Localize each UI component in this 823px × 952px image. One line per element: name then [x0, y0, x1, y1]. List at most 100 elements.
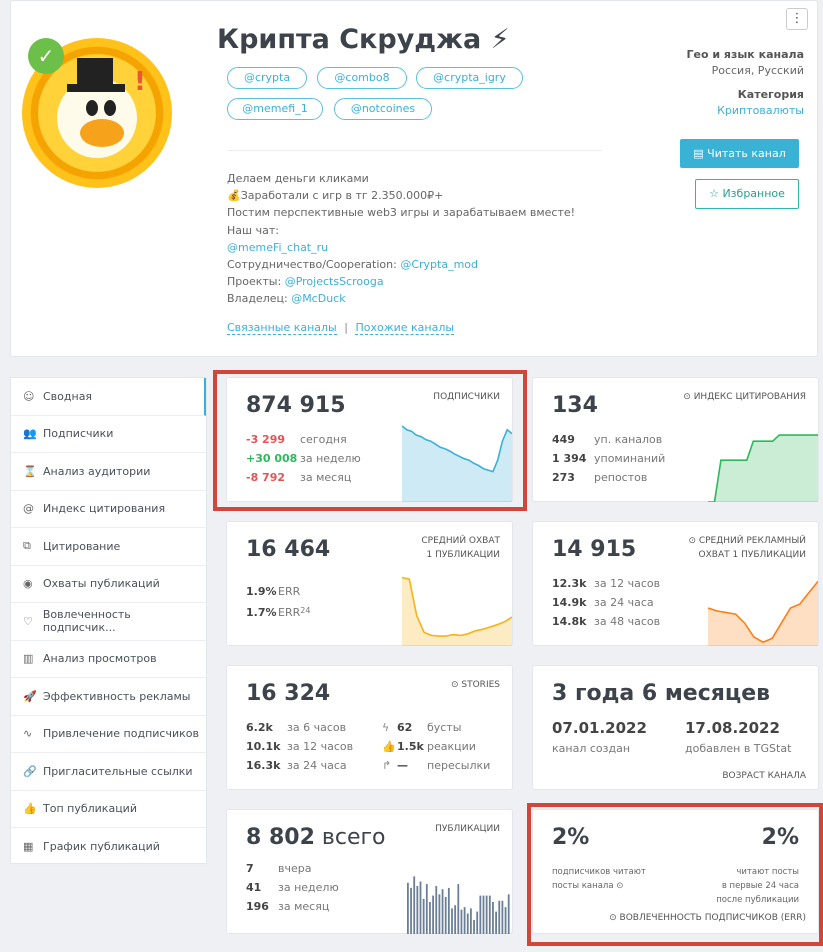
posts-bar [432, 895, 434, 934]
sidebar-item[interactable]: ⌛ Анализ аудитории [11, 453, 206, 491]
avg-reach-card[interactable]: 16 464 СРЕДНИЙ ОХВАТ 1 ПУБЛИКАЦИИ 1.9% ERR… [226, 521, 513, 646]
desc-line: Постим перспективные web3 игры и зарабат… [227, 206, 576, 220]
posts-bar [485, 895, 488, 934]
sidebar-item[interactable]: 🚀 Эффективность рекламы [11, 678, 206, 716]
posts-bar [407, 882, 409, 934]
read-label: Читать канал [707, 147, 786, 160]
sidebar-item[interactable]: @ Индекс цитирования [11, 491, 206, 528]
sidebar-item-label: Подписчики [43, 427, 114, 441]
desc-prefix: Владелец: [227, 292, 292, 306]
sidebar-icon: ∿ [23, 727, 33, 741]
publications-card[interactable]: 8 802 всего ПУБЛИКАЦИИ 7 вчера 41 за недел… [226, 809, 513, 934]
posts-bar [482, 895, 485, 934]
stat-label: за 48 часов [594, 615, 661, 628]
divider [227, 150, 602, 151]
sidebar-item[interactable]: ⧉ Цитирование [11, 528, 206, 566]
sidebar-item[interactable]: ♡ Вовлеченность подписчик... [11, 603, 206, 641]
posts-bar [416, 886, 419, 934]
stat-value: 16.3k [246, 759, 281, 772]
stat-value: 62 [397, 721, 413, 734]
posts-bar [419, 881, 422, 934]
stat-value: 1 394 [552, 452, 587, 465]
ad-reach-sparkline [708, 580, 818, 646]
sidebar-item[interactable]: ∿ Привлечение подписчиков [11, 716, 206, 753]
posts-bar [495, 911, 497, 934]
sidebar-icon: ◉ [23, 577, 33, 591]
card-label: ПУБЛИКАЦИИ [435, 824, 500, 834]
geo-value: Россия, Русский [711, 64, 804, 77]
stat-label: за 6 часов [287, 721, 347, 734]
added-date: 17.08.2022 [685, 719, 780, 737]
owner-link[interactable]: @McDuck [291, 292, 345, 305]
stat-label: уп. каналов [594, 433, 663, 446]
stat-label: упоминаний [594, 452, 666, 465]
card-label: СРЕДНИЙ ОХВАТ [421, 536, 500, 546]
posts-bar [504, 907, 507, 934]
card-label: ВОЗРАСТ КАНАЛА [722, 771, 806, 781]
channel-age-card[interactable]: 3 года 6 месяцев 07.01.2022 канал создан… [532, 665, 819, 790]
sidebar-icon: ▦ [23, 839, 34, 853]
posts-bar [488, 895, 491, 934]
read-channel-button[interactable]: ▤ Читать канал [680, 139, 799, 168]
sidebar-icon: ⧉ [23, 539, 31, 553]
sidebar-item[interactable]: ◉ Охваты публикаций [11, 566, 206, 603]
posts-bar-chart [407, 876, 510, 934]
category-link[interactable]: Криптовалюты [717, 104, 804, 117]
cooperation-link[interactable]: @Crypta_mod [400, 258, 478, 271]
sidebar-item[interactable]: ▥ Анализ просмотров [11, 641, 206, 678]
posts-bar [507, 894, 510, 934]
sidebar-item-label: Индекс цитирования [43, 502, 166, 516]
sidebar-icon: 🚀 [23, 689, 37, 703]
sidebar-item[interactable]: ▦ График публикаций [11, 828, 206, 866]
sidebar-item-label: Вовлеченность подписчик... [42, 608, 131, 635]
stat-value: 7 [246, 862, 254, 875]
ad-reach-value: 14 915 [552, 537, 637, 562]
created-label: канал создан [552, 742, 631, 755]
posts-bar [447, 887, 450, 934]
stat-label: пересылки [427, 759, 491, 772]
sidebar-item-label: Топ публикаций [43, 802, 137, 816]
sparkline-area [708, 581, 818, 646]
stat-label: вчера [278, 862, 312, 875]
citation-index-card[interactable]: 134 ⊙ ИНДЕКС ЦИТИРОВАНИЯ 449 уп. каналов … [532, 377, 819, 502]
username-tag[interactable]: @combo8 [317, 67, 407, 89]
separator: | [344, 321, 348, 334]
similar-channels-link[interactable]: Похожие каналы [355, 321, 455, 335]
username-tag[interactable]: @crypta_igry [416, 67, 523, 89]
projects-link[interactable]: @ProjectsScrooga [285, 275, 384, 288]
posts-bar [410, 887, 412, 934]
username-tag[interactable]: @notcoines [334, 98, 432, 120]
ad-reach-card[interactable]: 14 915 ⊙ СРЕДНИЙ РЕКЛАМНЫЙ ОХВАТ 1 ПУБЛИК… [532, 521, 819, 646]
sidebar-icon: ▥ [23, 652, 34, 666]
posts-bar [425, 884, 428, 934]
stories-card[interactable]: 16 324 ⊙ STORIES 6.2k за 6 часов 10.1k за … [226, 665, 513, 790]
sidebar-item[interactable]: 👍 Топ публикаций [11, 791, 206, 828]
stat-value: 12.3k [552, 577, 587, 590]
username-tag[interactable]: @memefi_1 [227, 98, 323, 120]
category-label: Категория [737, 88, 804, 101]
star-icon: ☆ [709, 187, 719, 200]
highlight-box [213, 370, 527, 511]
card-label: СРЕДНИЙ РЕКЛАМНЫЙ [698, 536, 806, 546]
sidebar-icon: @ [23, 502, 34, 516]
posts-bar [454, 905, 457, 934]
stat-value: 273 [552, 471, 575, 484]
stat-label: за неделю [278, 881, 339, 894]
sidebar-item[interactable]: 🔗 Пригласительные ссылки [11, 753, 206, 791]
geo-label: Гео и язык канала [686, 48, 804, 61]
sidebar-item-label: Анализ просмотров [43, 652, 157, 666]
stat-value: 1.9% [246, 585, 277, 598]
sidebar-item[interactable]: ☺ Сводная [11, 378, 206, 416]
card-label: STORIES [461, 680, 500, 690]
info-icon: ⊙ [688, 536, 699, 546]
stat-label: ERR [278, 606, 301, 619]
lightning-icon: ⚡ [490, 24, 510, 55]
kebab-menu-icon[interactable]: ⋮ [786, 8, 808, 30]
sidebar-item[interactable]: 👥 Подписчики [11, 416, 206, 453]
username-tag[interactable]: @crypta [227, 67, 307, 89]
sidebar-icon: ☺ [23, 389, 35, 403]
chat-link[interactable]: @memeFi_chat_ru [227, 241, 328, 254]
related-channels-link[interactable]: Связанные каналы [227, 321, 337, 335]
favorite-button[interactable]: ☆ Избранное [695, 179, 799, 209]
verified-check-icon: ✓ [28, 38, 64, 74]
